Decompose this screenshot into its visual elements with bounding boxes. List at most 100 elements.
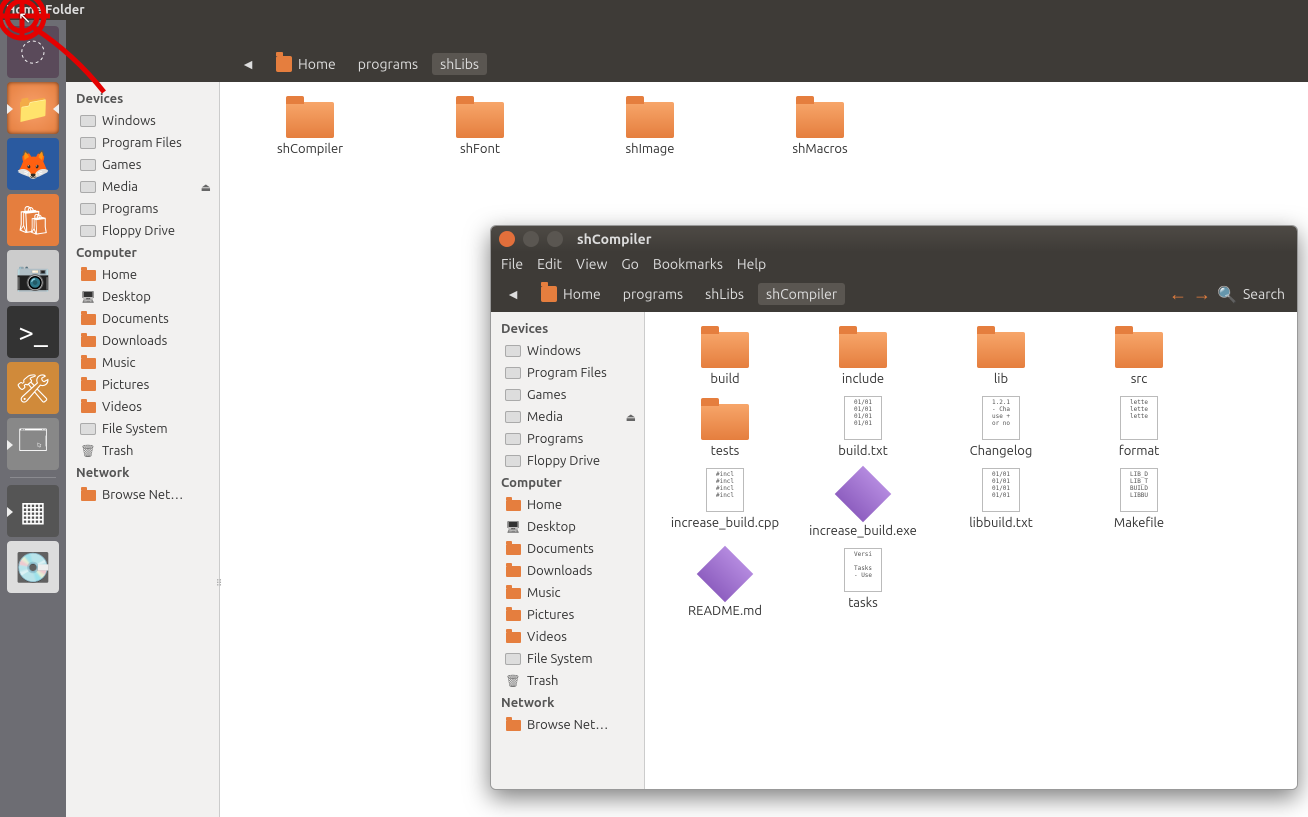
file-build-txt[interactable]: 01/01 01/01 01/01 01/01build.txt xyxy=(803,396,923,458)
drive-icon xyxy=(80,201,96,217)
launcher-preview[interactable]: 🗔 xyxy=(7,418,59,470)
eject-icon[interactable]: ⏏ xyxy=(201,181,211,194)
title-bar[interactable]: shCompiler xyxy=(491,226,1297,252)
sidebar-item-media[interactable]: Media⏏ xyxy=(70,176,215,198)
launcher-camera[interactable]: 📷 xyxy=(7,250,59,302)
file-label: tasks xyxy=(848,596,878,610)
sidebar-item-music[interactable]: Music xyxy=(70,352,215,374)
nav-next-icon[interactable]: → xyxy=(1193,284,1211,305)
sidebar-resize-handle[interactable]: ⠿ xyxy=(214,575,224,591)
sidebar-item-floppy-drive[interactable]: Floppy Drive xyxy=(70,220,215,242)
menu-file[interactable]: File xyxy=(501,256,523,272)
sidebar-item-videos[interactable]: Videos xyxy=(495,626,640,648)
sidebar-item-browse-net-[interactable]: Browse Net… xyxy=(495,714,640,736)
file-src[interactable]: src xyxy=(1079,324,1199,386)
sidebar-item-desktop[interactable]: 🖥Desktop xyxy=(70,286,215,308)
sidebar-item-windows[interactable]: Windows xyxy=(70,110,215,132)
window-maximize-button[interactable] xyxy=(547,231,563,247)
sidebar-item-windows[interactable]: Windows xyxy=(495,340,640,362)
sidebar-item-programs[interactable]: Programs xyxy=(495,428,640,450)
document-icon: 1.2.1 - Cha use + or no xyxy=(982,396,1020,440)
sidebar-item-desktop[interactable]: 🖥Desktop xyxy=(495,516,640,538)
eject-icon[interactable]: ⏏ xyxy=(626,411,636,424)
sidebar-item-documents[interactable]: Documents xyxy=(495,538,640,560)
breadcrumb-home[interactable]: Home xyxy=(268,53,344,75)
menu-help[interactable]: Help xyxy=(737,256,766,272)
search-icon[interactable]: 🔍 xyxy=(1217,285,1237,304)
file-tasks[interactable]: Versi Tasks - Usetasks xyxy=(803,548,923,618)
sidebar-item-browse-net-[interactable]: Browse Net… xyxy=(70,484,215,506)
file-lib[interactable]: lib xyxy=(941,324,1061,386)
sidebar-item-program-files[interactable]: Program Files xyxy=(70,132,215,154)
launcher-drive[interactable]: 💽 xyxy=(7,541,59,593)
sidebar-item-program-files[interactable]: Program Files xyxy=(495,362,640,384)
breadcrumb-home[interactable]: Home xyxy=(533,283,609,305)
file-makefile[interactable]: LIB_D LIB_T BUILD LIBBUMakefile xyxy=(1079,468,1199,538)
sidebar-item-downloads[interactable]: Downloads xyxy=(495,560,640,582)
sidebar-item-file-system[interactable]: File System xyxy=(495,648,640,670)
sidebar-heading: Network xyxy=(70,462,215,484)
sidebar-item-downloads[interactable]: Downloads xyxy=(70,330,215,352)
file-format[interactable]: lette lette letteformat xyxy=(1079,396,1199,458)
launcher-software[interactable]: 🛍 xyxy=(7,194,59,246)
menu-view[interactable]: View xyxy=(576,256,607,272)
sidebar-item-pictures[interactable]: Pictures xyxy=(495,604,640,626)
search-label[interactable]: Search xyxy=(1243,286,1285,302)
nav-back-icon[interactable]: ◄ xyxy=(503,284,523,304)
sidebar-item-home[interactable]: Home xyxy=(495,494,640,516)
sidebar-item-documents[interactable]: Documents xyxy=(70,308,215,330)
file-readme-md[interactable]: README.md xyxy=(665,548,785,618)
sidebar-item-floppy-drive[interactable]: Floppy Drive xyxy=(495,450,640,472)
sidebar-item-file-system[interactable]: File System xyxy=(70,418,215,440)
file-shcompiler[interactable]: shCompiler xyxy=(240,94,380,156)
breadcrumb-programs[interactable]: programs xyxy=(350,53,426,75)
breadcrumb-programs[interactable]: programs xyxy=(615,283,691,305)
nav-prev-icon[interactable]: ← xyxy=(1169,284,1187,305)
window-close-button[interactable] xyxy=(499,231,515,247)
folder-icon xyxy=(796,102,844,138)
desktop-icon: 🖥 xyxy=(505,519,521,535)
file-label: increase_build.exe xyxy=(809,524,917,538)
sidebar-item-pictures[interactable]: Pictures xyxy=(70,374,215,396)
file-content-area[interactable]: build include libsrc tests 01/01 01/01 01/01… xyxy=(645,312,1297,789)
breadcrumb-shlibs[interactable]: shLibs xyxy=(432,53,487,75)
breadcrumb-shcompiler[interactable]: shCompiler xyxy=(758,283,845,305)
folder-icon xyxy=(1115,332,1163,368)
sidebar-item-programs[interactable]: Programs xyxy=(70,198,215,220)
drive-icon xyxy=(505,651,521,667)
sidebar-item-games[interactable]: Games xyxy=(70,154,215,176)
file-build[interactable]: build xyxy=(665,324,785,386)
sidebar-item-videos[interactable]: Videos xyxy=(70,396,215,418)
launcher-dash[interactable]: ◌ xyxy=(7,26,59,78)
sidebar-item-trash[interactable]: 🗑Trash xyxy=(70,440,215,462)
folder-icon xyxy=(505,717,521,733)
file-shimage[interactable]: shImage xyxy=(580,94,720,156)
folder-icon xyxy=(839,332,887,368)
file-shmacros[interactable]: shMacros xyxy=(750,94,890,156)
launcher-workspaces[interactable]: ▦ xyxy=(7,485,59,537)
menu-edit[interactable]: Edit xyxy=(537,256,562,272)
file-libbuild-txt[interactable]: 01/01 01/01 01/01 01/01libbuild.txt xyxy=(941,468,1061,538)
sidebar-item-media[interactable]: Media⏏ xyxy=(495,406,640,428)
file-label: shMacros xyxy=(792,142,847,156)
file-tests[interactable]: tests xyxy=(665,396,785,458)
launcher-settings[interactable]: 🛠 xyxy=(7,362,59,414)
nav-back-icon[interactable]: ◄ xyxy=(238,54,258,74)
file-increase_build-exe[interactable]: increase_build.exe xyxy=(803,468,923,538)
file-changelog[interactable]: 1.2.1 - Cha use + or noChangelog xyxy=(941,396,1061,458)
launcher-firefox[interactable]: 🦊 xyxy=(7,138,59,190)
launcher-terminal[interactable]: >_ xyxy=(7,306,59,358)
sidebar-item-trash[interactable]: 🗑Trash xyxy=(495,670,640,692)
sidebar-item-music[interactable]: Music xyxy=(495,582,640,604)
launcher-files[interactable]: 📁 xyxy=(7,82,59,134)
trash-icon: 🗑 xyxy=(80,443,96,459)
sidebar-item-home[interactable]: Home xyxy=(70,264,215,286)
file-shfont[interactable]: shFont xyxy=(410,94,550,156)
menu-go[interactable]: Go xyxy=(621,256,638,272)
window-minimize-button[interactable] xyxy=(523,231,539,247)
sidebar-item-games[interactable]: Games xyxy=(495,384,640,406)
menu-bookmarks[interactable]: Bookmarks xyxy=(653,256,723,272)
file-include[interactable]: include xyxy=(803,324,923,386)
breadcrumb-shlibs[interactable]: shLibs xyxy=(697,283,752,305)
file-increase_build-cpp[interactable]: #incl #incl #incl #inclincrease_build.cp… xyxy=(665,468,785,538)
